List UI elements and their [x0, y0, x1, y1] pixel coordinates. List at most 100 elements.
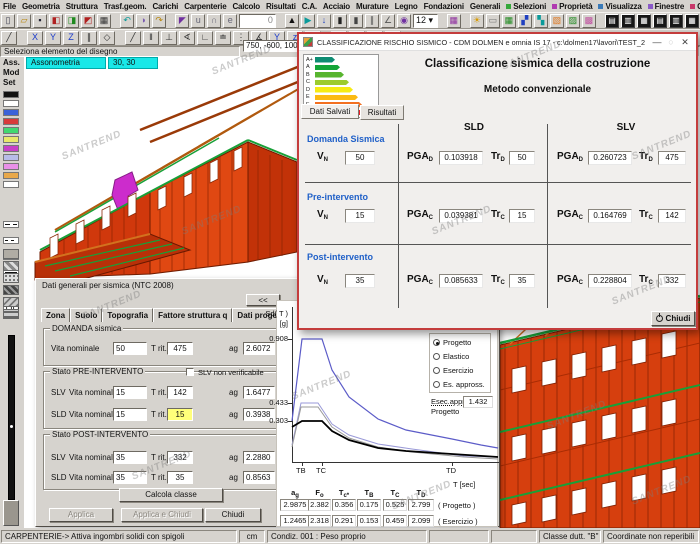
- terrain-button[interactable]: ▚: [534, 14, 548, 28]
- mode-u-button[interactable]: u: [191, 14, 205, 28]
- panel-button[interactable]: ▭: [486, 14, 500, 28]
- side-panel-label[interactable]: Set: [0, 77, 24, 87]
- menu-item[interactable]: Calcolo: [229, 2, 263, 11]
- pattern-swatch-solid[interactable]: [3, 249, 19, 259]
- side-panel-label[interactable]: Mod: [0, 67, 24, 77]
- chiudi-button[interactable]: Chiudi: [205, 508, 261, 522]
- menu-item[interactable]: Murature: [353, 2, 392, 11]
- mode-n-button[interactable]: ∩: [207, 14, 221, 28]
- menu-item[interactable]: Struttura: [63, 2, 101, 11]
- active-color-chip[interactable]: [3, 91, 19, 98]
- menu-item[interactable]: Visualizza: [595, 2, 644, 11]
- color-swatch-yellow[interactable]: [3, 136, 19, 143]
- draw-tool-button[interactable]: [117, 31, 123, 45]
- axis-z-button[interactable]: Z: [63, 31, 79, 45]
- menu-item[interactable]: Selezioni: [503, 2, 549, 11]
- window-layout-2-button[interactable]: ▥: [621, 14, 635, 28]
- menu-item[interactable]: C.A.: [299, 2, 320, 11]
- color-swatch-orange[interactable]: [3, 172, 19, 179]
- slv-non-verificabile-checkbox[interactable]: [186, 368, 194, 376]
- save-button[interactable]: ▪: [33, 14, 47, 28]
- menu-item[interactable]: Legno: [392, 2, 421, 11]
- window-layout-6-button[interactable]: ▦: [685, 14, 699, 28]
- toolbar-button[interactable]: [463, 14, 468, 28]
- column-button[interactable]: ▮: [349, 14, 363, 28]
- color-swatch-pink[interactable]: [3, 163, 19, 170]
- export-archive-button[interactable]: ◨: [65, 14, 79, 28]
- open-button[interactable]: ▱: [17, 14, 31, 28]
- pattern-swatch-wave[interactable]: [3, 309, 19, 319]
- calcola-classe-button[interactable]: Calcola classe: [119, 488, 223, 502]
- window-layout-3-button[interactable]: ▦: [637, 14, 651, 28]
- radio-es-appross[interactable]: Es. appross.: [433, 379, 485, 390]
- axonometry-value[interactable]: 30, 30: [108, 57, 158, 69]
- axonometry-label[interactable]: Assonometria: [26, 57, 106, 69]
- lamp-button[interactable]: ☀: [470, 14, 484, 28]
- side-panel-label[interactable]: Ass.: [0, 57, 24, 67]
- menu-item[interactable]: Risultati: [263, 2, 299, 11]
- parallel-button[interactable]: ∥: [81, 31, 97, 45]
- draw-tool-button[interactable]: [19, 31, 25, 45]
- insulation-button[interactable]: ▩: [582, 14, 596, 28]
- toolbar-button[interactable]: [278, 14, 283, 28]
- print-button[interactable]: ▦: [97, 14, 111, 28]
- pattern-swatch-check[interactable]: [3, 261, 19, 271]
- rebar-grid-button[interactable]: ▦: [447, 14, 461, 28]
- color-swatch-magenta[interactable]: [3, 145, 19, 152]
- sismica-tab[interactable]: Zona: [41, 308, 70, 322]
- axis-x-button[interactable]: X: [27, 31, 43, 45]
- draw-line-button[interactable]: ╱: [1, 31, 17, 45]
- brick-button[interactable]: ▧: [550, 14, 564, 28]
- tab-risultati[interactable]: Risultati: [360, 105, 404, 120]
- menu-item[interactable]: Finestre: [645, 2, 688, 11]
- pattern-swatch-dots[interactable]: [3, 273, 19, 283]
- pattern-swatch-dark[interactable]: [3, 285, 19, 295]
- angle-snap-button[interactable]: ∢: [179, 31, 195, 45]
- color-swatch-green[interactable]: [3, 127, 19, 134]
- toolbar-button[interactable]: [598, 14, 603, 28]
- radio-progetto[interactable]: Progetto: [433, 337, 471, 348]
- load-down-button[interactable]: ↓: [317, 14, 331, 28]
- zoom-slider-track[interactable]: [8, 335, 15, 500]
- grass-button[interactable]: ▨: [566, 14, 580, 28]
- midpoint-button[interactable]: ≐: [215, 31, 231, 45]
- layers-button[interactable]: ▞: [518, 14, 532, 28]
- minimize-button[interactable]: —: [650, 37, 664, 47]
- menu-item[interactable]: Proprietà: [549, 2, 595, 11]
- vita-input[interactable]: 35: [113, 471, 147, 484]
- solid-mode-button[interactable]: ◤: [175, 14, 189, 28]
- hatch-button[interactable]: ∥: [365, 14, 379, 28]
- close-icon[interactable]: ✕: [678, 37, 692, 48]
- backup-button[interactable]: ◩: [81, 14, 95, 28]
- tab-dati-salvati[interactable]: Dati Salvati: [301, 104, 359, 119]
- dialog-titlebar[interactable]: CLASSIFICAZIONE RISCHIO SISMICO - CDM DO…: [299, 34, 696, 51]
- line-style-dash[interactable]: [3, 221, 19, 228]
- menu-item[interactable]: Carichi: [149, 2, 181, 11]
- line-style-dash-small[interactable]: [3, 237, 19, 244]
- window-layout-5-button[interactable]: ▥: [669, 14, 683, 28]
- sismica-tab[interactable]: Suolo: [70, 308, 102, 322]
- applica-button[interactable]: Applica: [49, 508, 113, 522]
- menu-item[interactable]: Opzioni: [687, 2, 700, 11]
- color-swatch-lavender[interactable]: [3, 154, 19, 161]
- segment-button[interactable]: ╱: [125, 31, 141, 45]
- menu-item[interactable]: Trasf.geom.: [101, 2, 150, 11]
- color-swatch-red[interactable]: [3, 118, 19, 125]
- pattern-swatch-diamond[interactable]: [3, 297, 19, 307]
- mode-e-button[interactable]: e: [223, 14, 237, 28]
- radio-esercizio[interactable]: Esercizio: [433, 365, 473, 376]
- sismica-tab[interactable]: Topografia: [102, 308, 153, 322]
- collapse-button[interactable]: <<: [246, 294, 280, 306]
- sismica-tab[interactable]: Fattore struttura q: [153, 308, 232, 322]
- radio-elastico[interactable]: Elastico: [433, 351, 469, 362]
- applica-e-chiudi-button[interactable]: Applica e Chiudi: [121, 508, 203, 522]
- vita-input[interactable]: 35: [113, 451, 147, 464]
- window-layout-4-button[interactable]: ▤: [653, 14, 667, 28]
- color-swatch-blue[interactable]: [3, 109, 19, 116]
- font-size-select[interactable]: 12 ▾: [413, 14, 438, 28]
- new-doc-button[interactable]: ▯: [1, 14, 15, 28]
- axis-y-button[interactable]: Y: [45, 31, 61, 45]
- vita-input[interactable]: 50: [113, 342, 147, 355]
- vita-input[interactable]: 15: [113, 386, 147, 399]
- toolbar-button[interactable]: [113, 14, 118, 28]
